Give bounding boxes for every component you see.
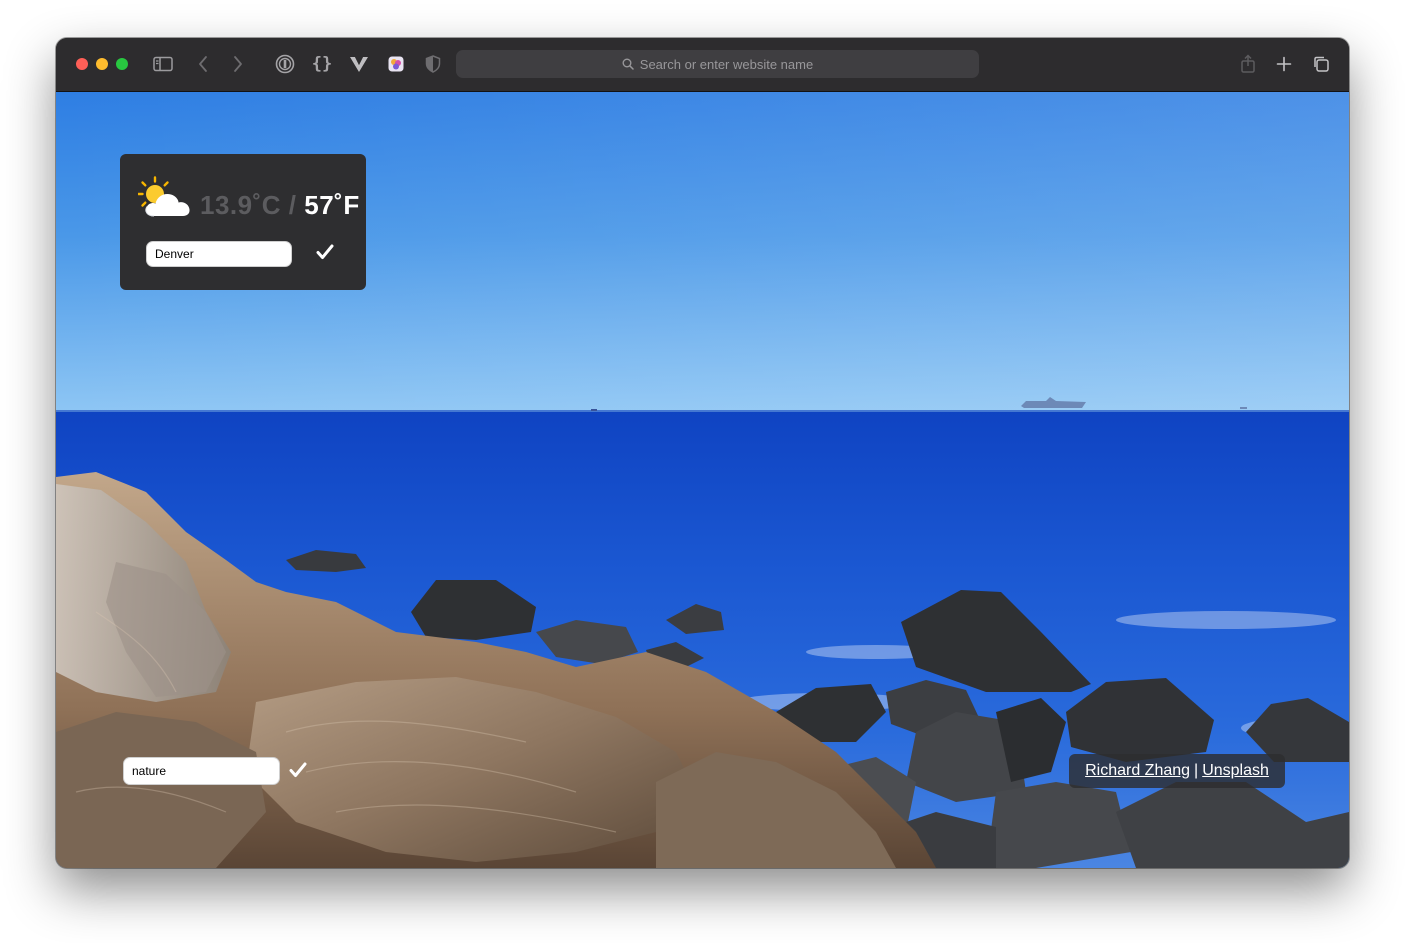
minimize-window-button[interactable] <box>96 58 108 70</box>
credit-separator: | <box>1194 762 1199 779</box>
new-tab-icon[interactable] <box>1272 52 1296 76</box>
forward-icon[interactable] <box>226 52 250 76</box>
search-icon <box>622 58 634 70</box>
json-viewer-icon[interactable]: {} <box>310 52 334 76</box>
privacy-shield-icon[interactable] <box>421 52 445 76</box>
close-window-button[interactable] <box>76 58 88 70</box>
celsius-temperature: 13.9˚C <box>200 190 282 220</box>
password-manager-icon[interactable] <box>273 52 297 76</box>
photographer-link[interactable]: Richard Zhang <box>1085 762 1190 780</box>
address-bar[interactable]: Search or enter website name <box>456 50 979 78</box>
back-icon[interactable] <box>191 52 215 76</box>
fahrenheit-temperature: 57˚F <box>304 190 360 220</box>
temperature-separator: / <box>288 190 297 220</box>
extension-icon[interactable] <box>384 52 408 76</box>
weather-widget: 13.9˚C / 57˚F <box>120 154 366 290</box>
sidebar-icon[interactable] <box>151 52 175 76</box>
vue-devtools-icon[interactable] <box>347 52 371 76</box>
unsplash-link[interactable]: Unsplash <box>1202 762 1269 780</box>
partly-cloudy-icon <box>137 176 194 225</box>
checkmark-icon[interactable] <box>289 762 307 783</box>
background-keyword-input[interactable] <box>123 757 280 785</box>
new-tab-page: 13.9˚C / 57˚F Richard Zhang | Unsplash <box>56 92 1349 868</box>
share-icon[interactable] <box>1236 52 1260 76</box>
temperature-readout: 13.9˚C / 57˚F <box>200 190 360 221</box>
tab-overview-icon[interactable] <box>1309 52 1333 76</box>
city-input[interactable] <box>146 241 292 267</box>
address-placeholder: Search or enter website name <box>639 56 814 72</box>
browser-window: {} Search or enter website name 13.9˚C /… <box>56 38 1349 868</box>
photo-credit: Richard Zhang | Unsplash <box>1069 754 1285 788</box>
zoom-window-button[interactable] <box>116 58 128 70</box>
checkmark-icon[interactable] <box>316 244 334 265</box>
browser-toolbar: {} Search or enter website name <box>56 38 1349 92</box>
